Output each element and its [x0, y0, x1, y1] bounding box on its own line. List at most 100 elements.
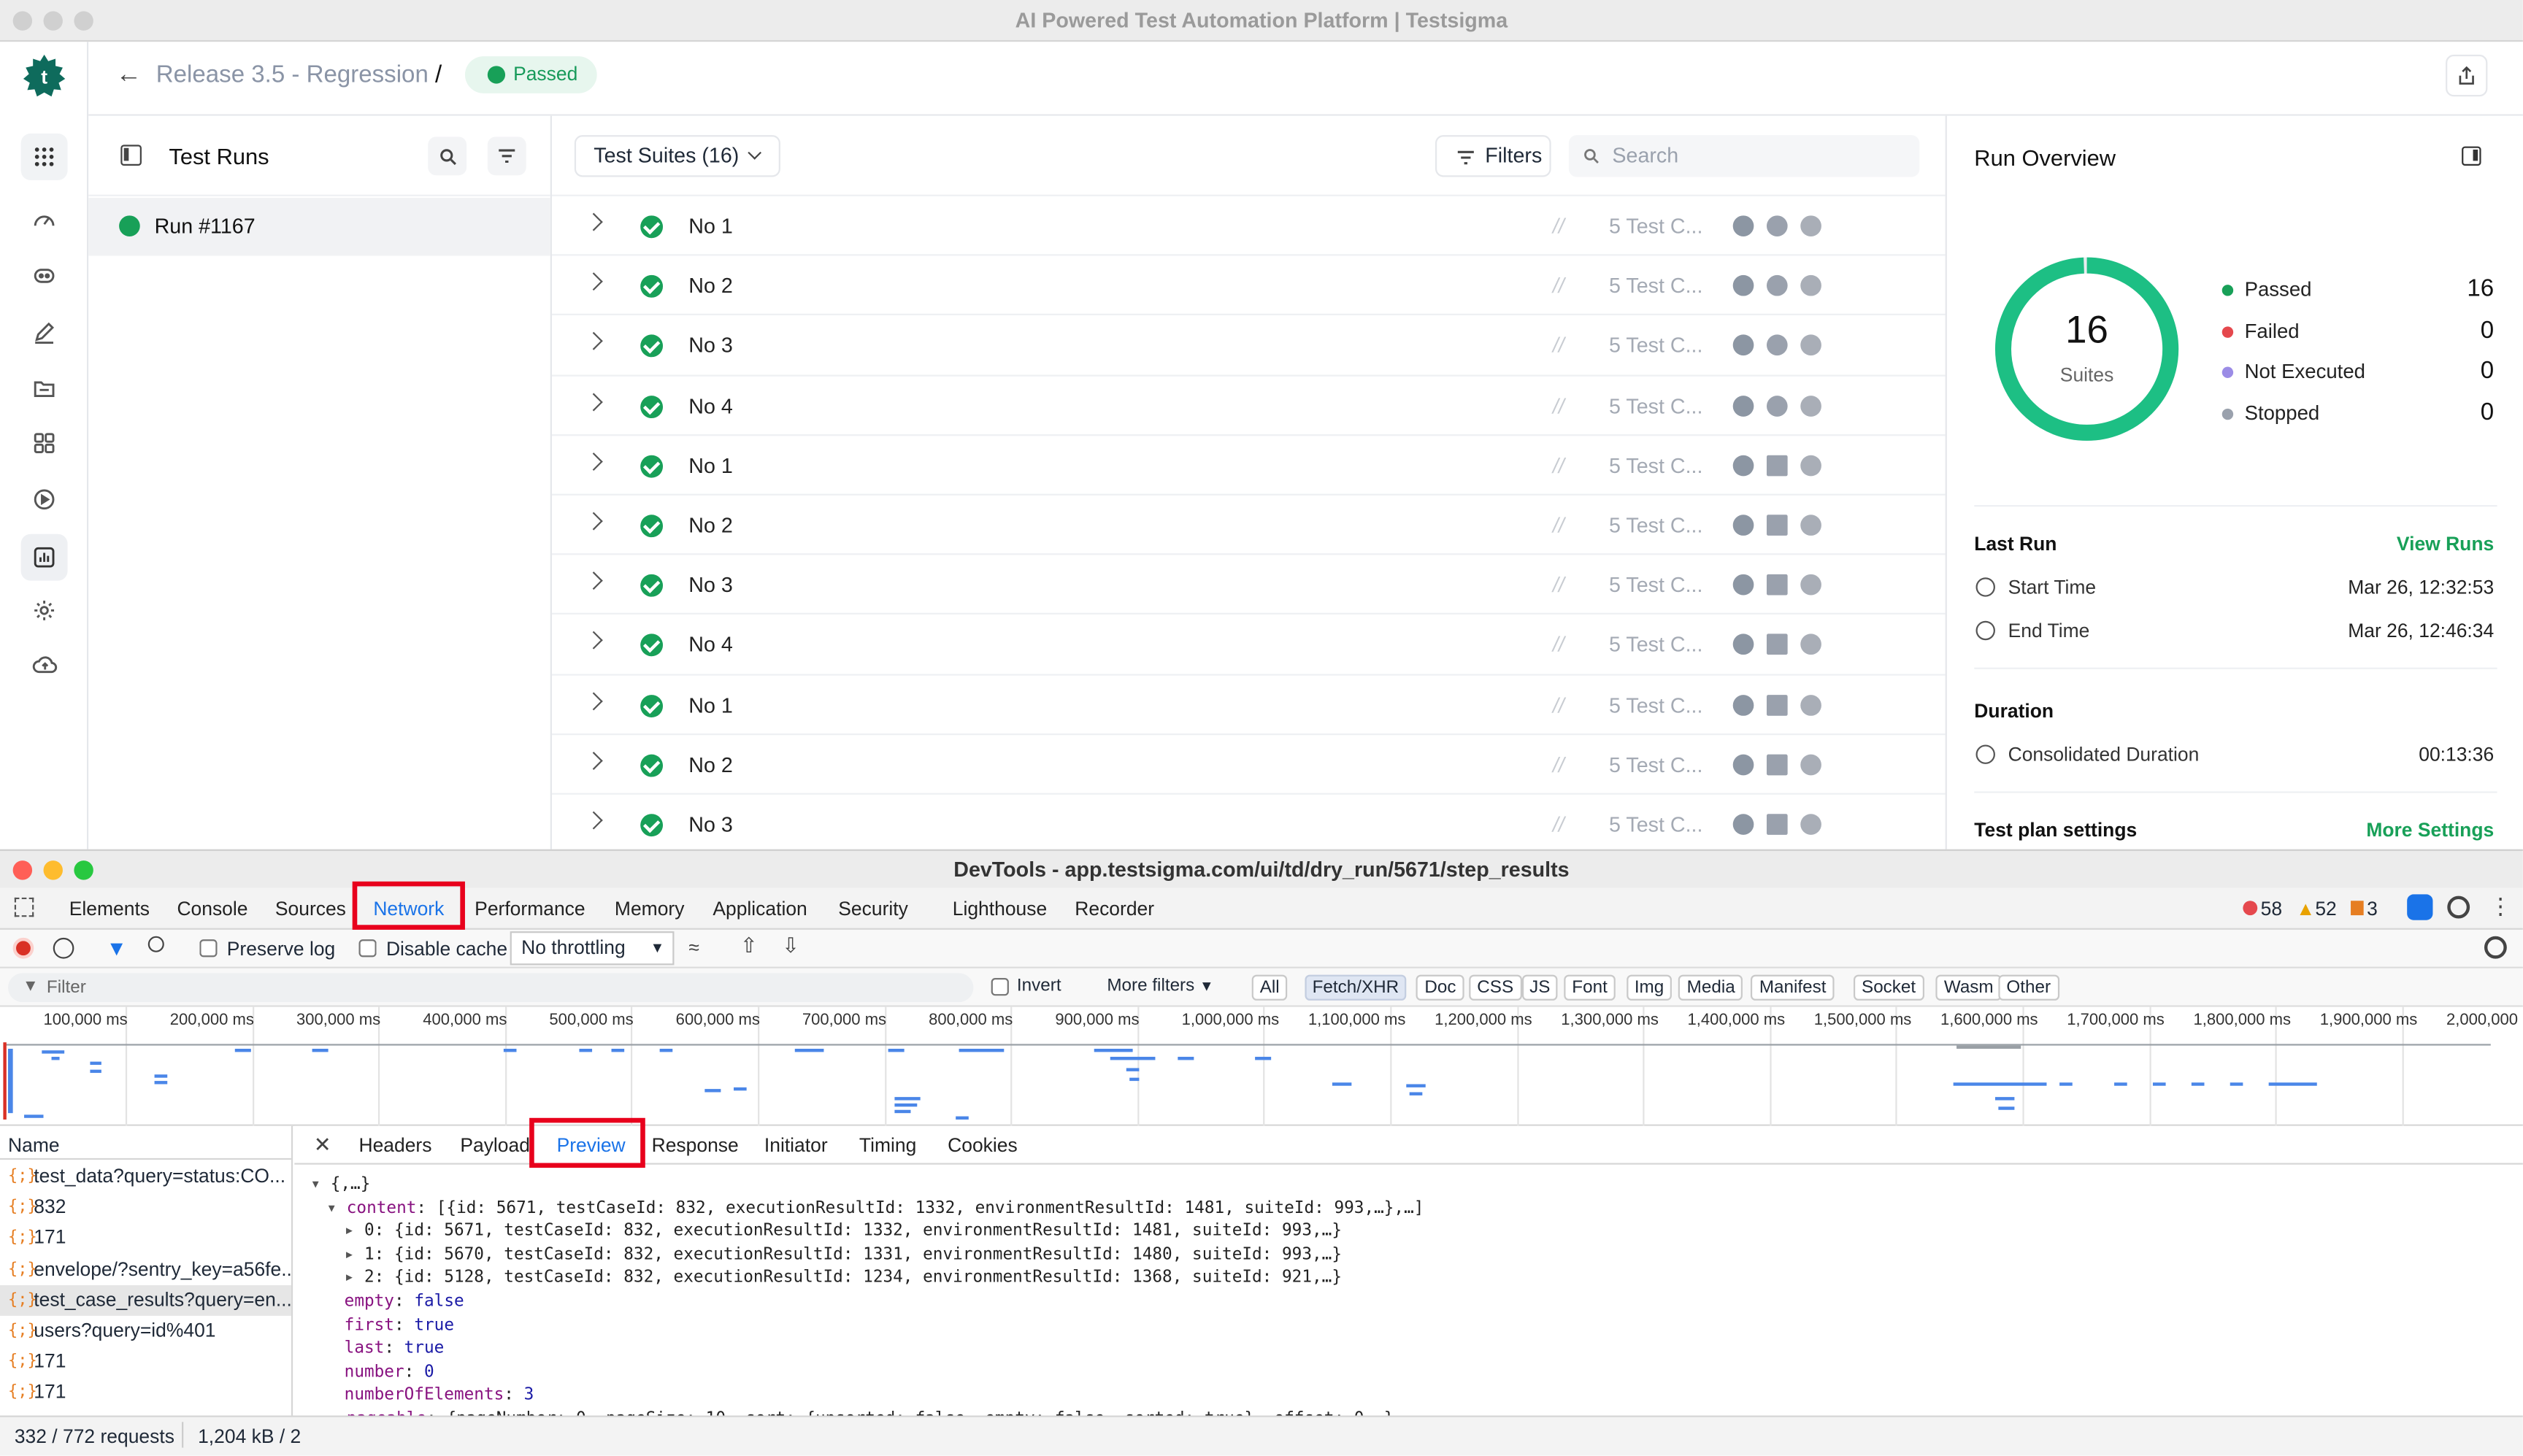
- expand-triangle-icon[interactable]: ▾: [326, 1198, 346, 1217]
- zoom-devtools-button[interactable]: [74, 860, 93, 880]
- chevron-right-icon[interactable]: [584, 332, 603, 351]
- json-field-line[interactable]: number: 0: [345, 1362, 434, 1381]
- detail-tab-cookies[interactable]: Cookies: [948, 1134, 1018, 1157]
- detail-tab-initiator[interactable]: Initiator: [764, 1134, 828, 1157]
- folder-icon[interactable]: [23, 369, 66, 407]
- settings-icon[interactable]: [23, 590, 66, 629]
- json-field-line[interactable]: last: true: [345, 1338, 445, 1357]
- request-row[interactable]: {;} 171: [0, 1377, 291, 1408]
- devtools-tab-sources[interactable]: Sources: [275, 898, 346, 920]
- json-item-line[interactable]: ▸ 0: {id: 5671, testCaseId: 832, executi…: [345, 1221, 1342, 1240]
- close-window-button[interactable]: [12, 11, 33, 31]
- throttling-select[interactable]: No throttling ▼: [510, 931, 675, 966]
- devtools-tab-application[interactable]: Application: [713, 898, 807, 920]
- error-count[interactable]: 58: [2243, 898, 2282, 920]
- json-field-line[interactable]: empty: false: [345, 1292, 464, 1311]
- detail-tab-payload[interactable]: Payload: [460, 1134, 530, 1157]
- edit-icon[interactable]: [23, 312, 66, 351]
- filters-button[interactable]: Filters: [1435, 135, 1551, 177]
- network-settings-icon[interactable]: [2484, 936, 2507, 959]
- import-har-icon[interactable]: ⇧: [740, 933, 758, 958]
- json-content-line[interactable]: ▾ content: [{id: 5671, testCaseId: 832, …: [326, 1198, 1424, 1217]
- chevron-right-icon[interactable]: [584, 212, 603, 231]
- suite-row[interactable]: No 3 // 5 Test C...: [551, 553, 1946, 614]
- warning-count[interactable]: ▲52: [2296, 898, 2337, 920]
- filter-chip-all[interactable]: All: [1251, 974, 1288, 1001]
- name-column-header[interactable]: Name: [8, 1134, 60, 1157]
- chevron-right-icon[interactable]: [584, 512, 603, 531]
- chevron-right-icon[interactable]: [584, 811, 603, 830]
- request-row[interactable]: {;} 832: [0, 1193, 291, 1223]
- devtools-tab-performance[interactable]: Performance: [475, 898, 585, 920]
- devtools-tab-security[interactable]: Security: [838, 898, 908, 920]
- filter-chip-manifest[interactable]: Manifest: [1751, 974, 1835, 1001]
- filter-chip-js[interactable]: JS: [1521, 974, 1559, 1001]
- more-filters-dropdown[interactable]: More filters ▼: [1107, 977, 1213, 995]
- close-detail-icon[interactable]: ✕: [314, 1133, 331, 1158]
- json-item-line[interactable]: ▸ 2: {id: 5128, testCaseId: 832, executi…: [345, 1268, 1342, 1287]
- minimize-devtools-button[interactable]: [43, 860, 63, 880]
- chevron-right-icon[interactable]: [584, 452, 603, 471]
- chevron-right-icon[interactable]: [584, 751, 603, 770]
- ai-agent-icon[interactable]: [23, 255, 66, 294]
- filter-chip-css[interactable]: CSS: [1469, 974, 1522, 1001]
- inspect-element-icon[interactable]: [14, 897, 34, 917]
- json-root-line[interactable]: ▾ {,…}: [310, 1174, 370, 1193]
- play-icon[interactable]: [23, 479, 66, 518]
- dashboard-icon[interactable]: [23, 201, 66, 240]
- run-list-item[interactable]: Run #1167: [88, 198, 550, 256]
- chevron-right-icon[interactable]: [584, 571, 603, 590]
- invert-checkbox[interactable]: [991, 978, 1009, 996]
- breadcrumb-release[interactable]: Release 3.5 - Regression: [156, 61, 429, 88]
- suite-row[interactable]: No 2 // 5 Test C...: [551, 733, 1946, 793]
- request-row[interactable]: {;} users?query=id%401: [0, 1316, 291, 1347]
- disable-cache-checkbox[interactable]: [358, 939, 377, 958]
- chevron-right-icon[interactable]: [584, 272, 603, 291]
- request-row[interactable]: {;} test_case_results?query=en...: [0, 1284, 291, 1316]
- request-row[interactable]: {;} envelope/?sentry_key=a56fe...: [0, 1254, 291, 1284]
- extension-icon[interactable]: [2407, 894, 2433, 920]
- issues-count[interactable]: 3: [2351, 898, 2378, 920]
- filter-chip-fetch-xhr[interactable]: Fetch/XHR: [1304, 974, 1408, 1001]
- preserve-log-checkbox[interactable]: [199, 939, 218, 958]
- chevron-right-icon[interactable]: [584, 631, 603, 650]
- zoom-window-button[interactable]: [74, 11, 93, 31]
- cloud-upload-icon[interactable]: [23, 645, 66, 684]
- close-devtools-button[interactable]: [12, 860, 33, 880]
- more-options-icon[interactable]: ⋮: [2489, 893, 2512, 920]
- export-har-icon[interactable]: ⇩: [782, 933, 799, 958]
- json-field-line[interactable]: first: true: [345, 1315, 454, 1334]
- filter-chip-media[interactable]: Media: [1678, 974, 1743, 1001]
- chevron-right-icon[interactable]: [584, 691, 603, 710]
- suite-row[interactable]: No 1 // 5 Test C...: [551, 194, 1946, 255]
- devtools-tab-memory[interactable]: Memory: [615, 898, 685, 920]
- request-row[interactable]: {;} 171: [0, 1347, 291, 1377]
- reports-icon[interactable]: [20, 534, 68, 581]
- record-stop-icon[interactable]: [12, 937, 34, 959]
- devtools-settings-icon[interactable]: [2447, 895, 2470, 919]
- request-row[interactable]: {;} test_data?query=status:CO...: [0, 1161, 291, 1192]
- filter-chip-socket[interactable]: Socket: [1854, 974, 1924, 1001]
- collapse-panel-icon[interactable]: [120, 145, 142, 166]
- share-button[interactable]: [2446, 54, 2488, 97]
- search-runs-button[interactable]: [428, 136, 467, 176]
- suite-row[interactable]: No 1 // 5 Test C...: [551, 673, 1946, 733]
- filter-chip-img[interactable]: Img: [1626, 974, 1673, 1001]
- suite-row[interactable]: No 3 // 5 Test C...: [551, 793, 1946, 853]
- filter-chip-wasm[interactable]: Wasm: [1935, 974, 2002, 1001]
- devtools-tab-lighthouse[interactable]: Lighthouse: [953, 898, 1047, 920]
- filter-chip-doc[interactable]: Doc: [1416, 974, 1464, 1001]
- suite-row[interactable]: No 4 // 5 Test C...: [551, 374, 1946, 434]
- more-settings-link[interactable]: More Settings: [2366, 819, 2494, 841]
- suite-row[interactable]: No 2 // 5 Test C...: [551, 493, 1946, 554]
- suite-row[interactable]: No 1 // 5 Test C...: [551, 434, 1946, 494]
- search-suites-input[interactable]: Search: [1568, 135, 1920, 177]
- devtools-tab-console[interactable]: Console: [177, 898, 247, 920]
- filter-chip-font[interactable]: Font: [1564, 974, 1616, 1001]
- filter-chip-other[interactable]: Other: [1998, 974, 2059, 1001]
- json-field-line[interactable]: numberOfElements: 3: [345, 1386, 534, 1405]
- json-item-line[interactable]: ▸ 1: {id: 5670, testCaseId: 832, executi…: [345, 1244, 1342, 1263]
- suite-row[interactable]: No 4 // 5 Test C...: [551, 613, 1946, 674]
- suite-row[interactable]: No 3 // 5 Test C...: [551, 314, 1946, 374]
- devtools-tab-recorder[interactable]: Recorder: [1075, 898, 1154, 920]
